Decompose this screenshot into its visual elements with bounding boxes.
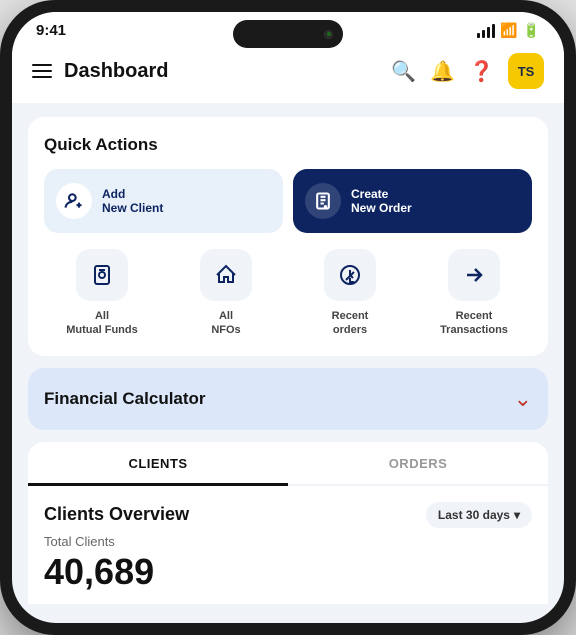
signal-icon — [477, 24, 495, 38]
create-order-line1: Create — [351, 187, 412, 201]
phone-screen: 9:41 📶 🔋 Dashboard — [12, 12, 564, 623]
recent-orders-icon — [324, 249, 376, 301]
clients-overview-title: Clients Overview — [44, 504, 189, 525]
header-right: 🔍 🔔 ❓ TS — [391, 53, 544, 89]
add-client-line1: Add — [102, 187, 163, 201]
status-bar: 9:41 📶 🔋 — [12, 12, 564, 45]
battery-icon: 🔋 — [523, 22, 540, 39]
mutual-funds-label: AllMutual Funds — [66, 309, 138, 338]
nfos-label: AllNFOs — [211, 309, 240, 338]
period-selector-button[interactable]: Last 30 days ▾ — [426, 502, 532, 528]
avatar[interactable]: TS — [508, 53, 544, 89]
grid-item-nfos[interactable]: AllNFOs — [168, 249, 284, 338]
quick-actions-title: Quick Actions — [44, 135, 532, 155]
quick-action-buttons: Add New Client — [44, 169, 532, 233]
create-order-line2: New Order — [351, 201, 412, 215]
recent-transactions-label: RecentTransactions — [440, 309, 508, 338]
financial-calculator-title: Financial Calculator — [44, 389, 206, 409]
hamburger-menu-icon[interactable] — [32, 64, 52, 78]
tab-clients[interactable]: CLIENTS — [28, 442, 288, 486]
total-clients-number: 40,689 — [44, 551, 532, 593]
period-selector-chevron: ▾ — [514, 508, 520, 522]
bell-icon[interactable]: 🔔 — [430, 59, 455, 84]
dynamic-island — [233, 20, 343, 48]
help-icon[interactable]: ❓ — [469, 59, 494, 84]
add-client-text: Add New Client — [102, 187, 163, 216]
tabs-bar: CLIENTS ORDERS — [28, 442, 548, 486]
create-order-icon — [305, 183, 341, 219]
chevron-down-icon: ⌄ — [514, 386, 532, 412]
tabs-card: CLIENTS ORDERS Clients Overview Last 30 … — [28, 442, 548, 604]
recent-transactions-icon — [448, 249, 500, 301]
grid-item-recent-transactions[interactable]: RecentTransactions — [416, 249, 532, 338]
search-icon[interactable]: 🔍 — [391, 59, 416, 84]
quick-grid: AllMutual Funds AllNFOs — [44, 249, 532, 338]
tab-content-clients: Clients Overview Last 30 days ▾ Total Cl… — [28, 486, 548, 604]
phone-frame: 9:41 📶 🔋 Dashboard — [0, 0, 576, 635]
add-new-client-button[interactable]: Add New Client — [44, 169, 283, 233]
page-title: Dashboard — [64, 60, 168, 83]
wifi-icon: 📶 — [500, 22, 517, 39]
nfos-icon — [200, 249, 252, 301]
add-client-icon — [56, 183, 92, 219]
quick-actions-card: Quick Actions Add Ne — [28, 117, 548, 356]
create-new-order-button[interactable]: Create New Order — [293, 169, 532, 233]
add-client-line2: New Client — [102, 201, 163, 215]
grid-item-mutual-funds[interactable]: AllMutual Funds — [44, 249, 160, 338]
tab-orders[interactable]: ORDERS — [288, 442, 548, 484]
mutual-funds-icon — [76, 249, 128, 301]
header: Dashboard 🔍 🔔 ❓ TS — [12, 45, 564, 103]
status-time: 9:41 — [36, 22, 66, 39]
status-icons: 📶 🔋 — [477, 22, 540, 39]
recent-orders-label: Recentorders — [332, 309, 369, 338]
financial-calculator-card[interactable]: Financial Calculator ⌄ — [28, 368, 548, 430]
clients-overview-header: Clients Overview Last 30 days ▾ — [44, 502, 532, 528]
total-clients-label: Total Clients — [44, 534, 532, 549]
grid-item-recent-orders[interactable]: Recentorders — [292, 249, 408, 338]
header-left: Dashboard — [32, 60, 168, 83]
main-content: Quick Actions Add Ne — [12, 103, 564, 604]
create-order-text: Create New Order — [351, 187, 412, 216]
period-selector-label: Last 30 days — [438, 508, 510, 522]
camera-dot — [324, 30, 333, 39]
